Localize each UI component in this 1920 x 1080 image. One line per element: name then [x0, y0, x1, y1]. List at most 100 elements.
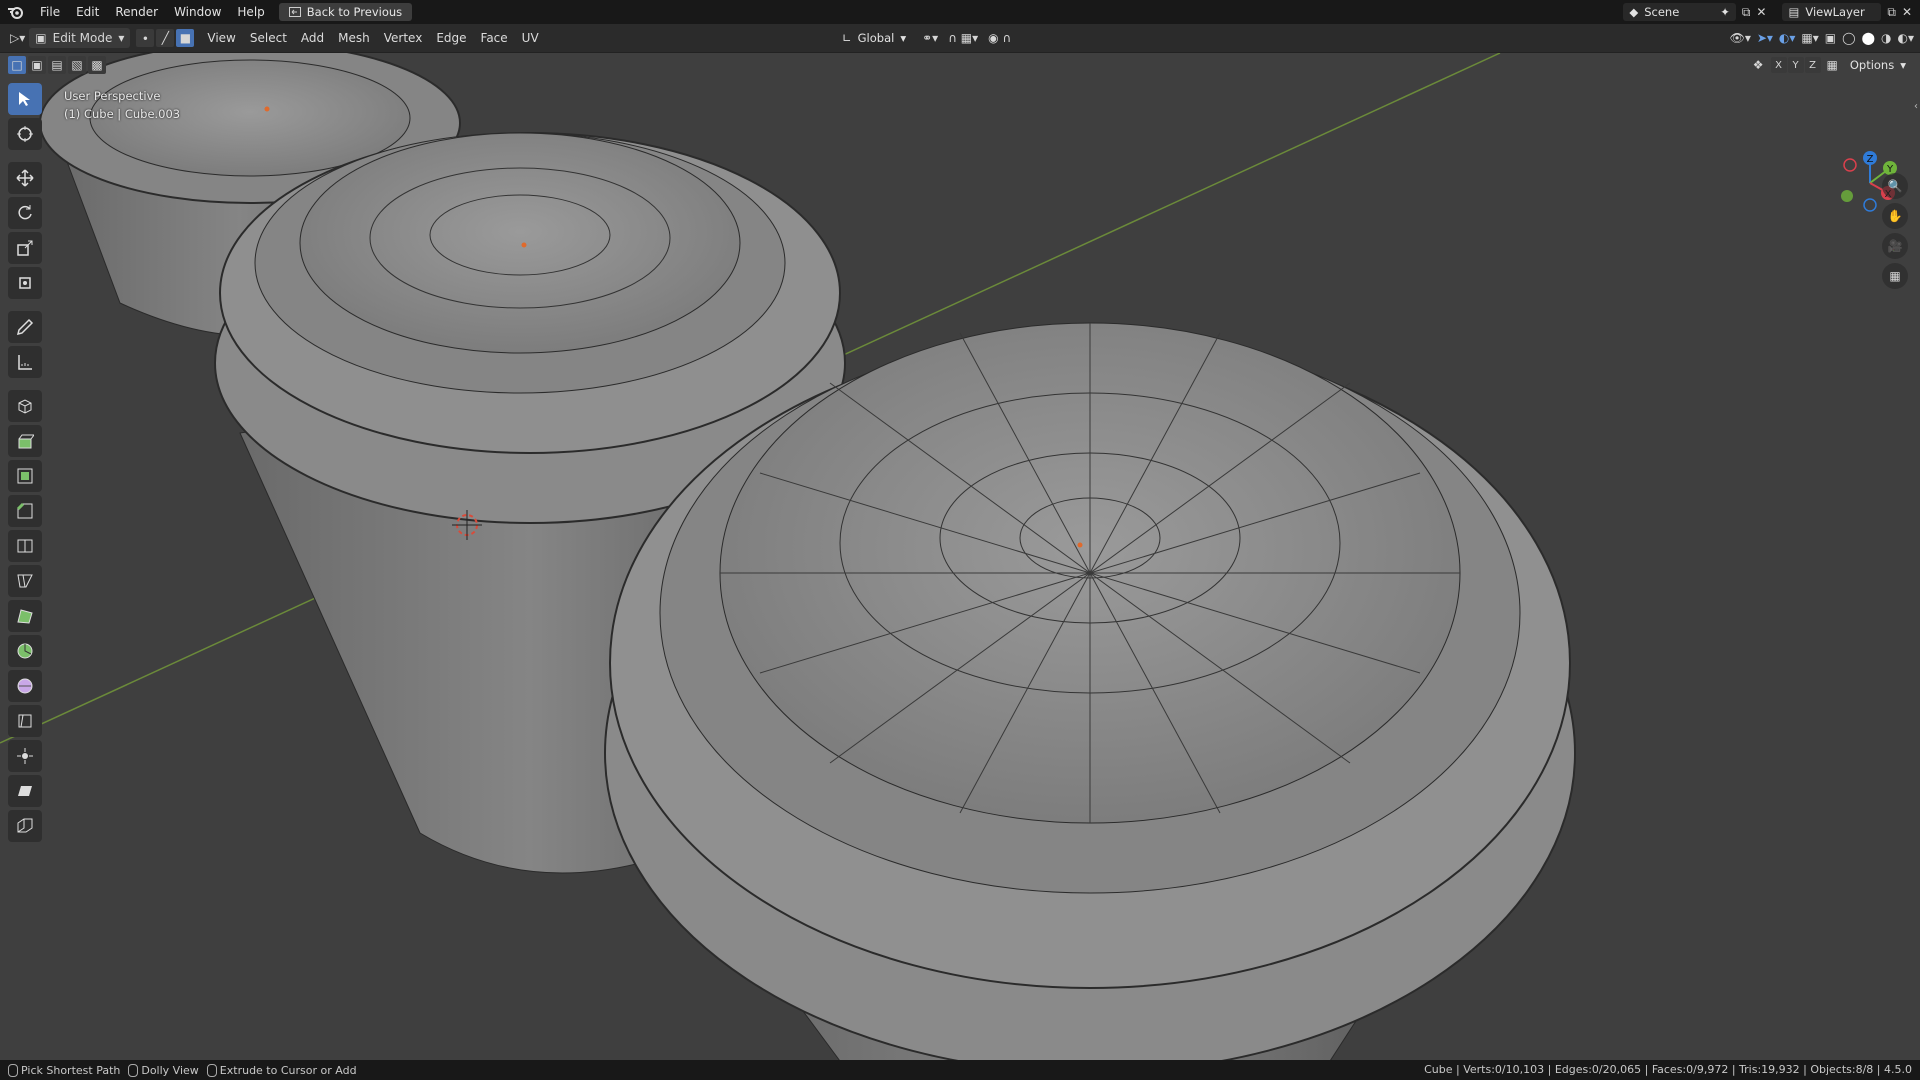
viewlayer-selector[interactable]: ▤ ViewLayer	[1782, 3, 1882, 21]
tool-shelf	[8, 83, 46, 842]
chevron-down-icon: ▾	[1900, 58, 1906, 72]
shading-controls: 👁▾ ➤▾ ◐▾ ▦▾ ▣ ◯ ⬤ ◑ ◐▾	[1730, 24, 1914, 52]
measure-icon[interactable]	[8, 346, 42, 378]
select-invert-icon[interactable]: ▧	[68, 56, 86, 74]
select-subtract-icon[interactable]: ▤	[48, 56, 66, 74]
cursor-icon[interactable]	[8, 118, 42, 150]
pivot-icon[interactable]: ⚭▾	[922, 31, 938, 45]
new-scene-icon[interactable]: ⧉	[1742, 5, 1751, 20]
hint-label: Dolly View	[141, 1063, 199, 1077]
knife-icon[interactable]	[8, 565, 42, 597]
orientation-icon: ∟	[842, 31, 852, 45]
menu-add[interactable]: Add	[294, 24, 331, 52]
orthographic-toggle-icon[interactable]: ▦	[1882, 263, 1908, 289]
rendered-shading-icon[interactable]: ◐▾	[1898, 31, 1915, 45]
inset-faces-icon[interactable]	[8, 460, 42, 492]
gizmo-toggle-icon[interactable]: ➤▾	[1757, 31, 1773, 45]
menu-window[interactable]: Window	[166, 0, 229, 24]
viewport-header: ▷▾ ▣ Edit Mode ▾ ∙ ╱ ■ View Select Add M…	[0, 24, 1920, 53]
menu-help[interactable]: Help	[229, 0, 272, 24]
menu-file[interactable]: File	[32, 0, 68, 24]
mesh-edit-overlay-icon[interactable]: ▦▾	[1801, 31, 1818, 45]
delete-viewlayer-icon[interactable]: ✕	[1902, 5, 1912, 19]
rip-region-icon[interactable]	[8, 810, 42, 842]
3d-viewport[interactable]: □ ▣ ▤ ▧ ▩ ❖ XYZ ▦ Options ▾ User Perspec…	[0, 53, 1920, 1061]
options-dropdown[interactable]: Options ▾	[1844, 56, 1912, 74]
edit-mode-icon: ▣	[35, 31, 47, 45]
scene-selector[interactable]: ◆ Scene ✦	[1623, 3, 1736, 21]
shrink-fatten-icon[interactable]	[8, 740, 42, 772]
edge-select-icon[interactable]: ╱	[156, 29, 175, 47]
select-intersect-icon[interactable]: ▩	[88, 56, 106, 74]
hint-label: Pick Shortest Path	[21, 1063, 121, 1077]
select-new-icon[interactable]: □	[8, 56, 26, 74]
bevel-icon[interactable]	[8, 495, 42, 527]
zoom-icon[interactable]: 🔍	[1882, 173, 1908, 199]
extrude-region-icon[interactable]	[8, 425, 42, 457]
menu-edge[interactable]: Edge	[429, 24, 473, 52]
face-select-icon[interactable]: ■	[176, 29, 195, 47]
editor-type-icon[interactable]: ▷▾	[10, 31, 25, 45]
viewlayer-name: ViewLayer	[1805, 5, 1865, 19]
annotate-icon[interactable]	[8, 311, 42, 343]
wireframe-shading-icon[interactable]: ◯	[1842, 31, 1855, 45]
new-viewlayer-icon[interactable]: ⧉	[1887, 5, 1896, 20]
poly-build-icon[interactable]	[8, 600, 42, 632]
status-hint-right-click: Extrude to Cursor or Add	[206, 1063, 357, 1077]
overlay-toggle-icon[interactable]: ◐▾	[1779, 31, 1796, 45]
rotate-icon[interactable]	[8, 197, 42, 229]
scene-render	[0, 53, 1576, 1061]
mirror-y-toggle[interactable]: Y	[1787, 57, 1804, 74]
loop-cut-icon[interactable]	[8, 530, 42, 562]
select-extend-icon[interactable]: ▣	[28, 56, 46, 74]
select-mode-buttons: ∙ ╱ ■	[136, 29, 195, 47]
mirror-x-toggle[interactable]: X	[1770, 57, 1787, 74]
proportional-edit-icon[interactable]: ◉ ∩	[988, 31, 1011, 45]
delete-scene-icon[interactable]: ✕	[1756, 5, 1766, 19]
select-box-icon[interactable]	[8, 83, 42, 115]
edge-slide-icon[interactable]	[8, 705, 42, 737]
scale-icon[interactable]	[8, 232, 42, 264]
menu-render[interactable]: Render	[107, 0, 166, 24]
spin-icon[interactable]	[8, 635, 42, 667]
blender-logo-icon[interactable]	[0, 0, 32, 24]
snap-icon[interactable]: ∩ ▦▾	[948, 31, 978, 45]
object-label: (1) Cube | Cube.003	[64, 107, 181, 121]
mirror-icon[interactable]: ❖	[1753, 58, 1764, 72]
menu-select[interactable]: Select	[243, 24, 294, 52]
top-bar: File Edit Render Window Help Back to Pre…	[0, 0, 1920, 24]
solid-shading-icon[interactable]: ⬤	[1862, 31, 1875, 45]
viewlayer-icon: ▤	[1788, 5, 1800, 19]
mouse-left-icon	[8, 1063, 18, 1077]
gizmo-neg-x[interactable]	[1843, 158, 1857, 172]
mirror-z-toggle[interactable]: Z	[1804, 57, 1821, 74]
viewport-info: User Perspective (1) Cube | Cube.003	[64, 87, 180, 123]
status-hint-middle-click: Dolly View	[128, 1063, 199, 1077]
xray-icon[interactable]: ▣	[1825, 31, 1836, 45]
shear-icon[interactable]	[8, 775, 42, 807]
menu-face[interactable]: Face	[474, 24, 515, 52]
pan-hand-icon[interactable]: ✋	[1882, 203, 1908, 229]
sidebar-toggle-icon[interactable]: ‹	[1914, 101, 1918, 112]
add-cube-icon[interactable]	[8, 390, 42, 422]
move-icon[interactable]	[8, 162, 42, 194]
transform-icon[interactable]	[8, 267, 42, 299]
material-shading-icon[interactable]: ◑	[1881, 31, 1891, 45]
back-icon	[288, 7, 301, 17]
camera-view-icon[interactable]: 🎥	[1882, 233, 1908, 259]
smooth-icon[interactable]	[8, 670, 42, 702]
visibility-icon[interactable]: 👁▾	[1730, 31, 1751, 45]
gizmo-neg-z[interactable]	[1863, 198, 1877, 212]
menu-vertex[interactable]: Vertex	[377, 24, 430, 52]
back-to-previous-button[interactable]: Back to Previous	[278, 3, 413, 21]
auto-merge-icon[interactable]: ▦	[1827, 58, 1838, 72]
vertex-select-icon[interactable]: ∙	[136, 29, 155, 47]
menu-view[interactable]: View	[200, 24, 242, 52]
menu-uv[interactable]: UV	[515, 24, 546, 52]
orientation-selector[interactable]: ∟ Global ▾	[836, 29, 912, 47]
gizmo-neg-y[interactable]	[1841, 190, 1853, 202]
menu-mesh[interactable]: Mesh	[331, 24, 377, 52]
scene-statistics: Cube | Verts:0/10,103 | Edges:0/20,065 |…	[1424, 1063, 1912, 1076]
menu-edit[interactable]: Edit	[68, 0, 107, 24]
mode-selector[interactable]: ▣ Edit Mode ▾	[29, 28, 131, 48]
